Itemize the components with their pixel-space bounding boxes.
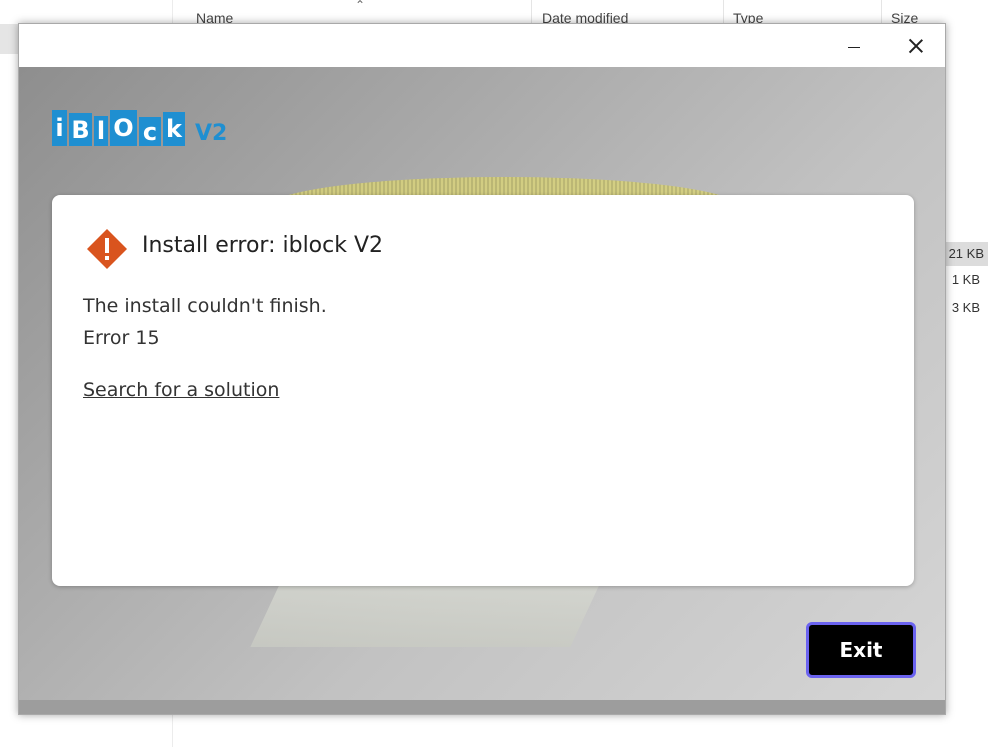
logo-letter: B <box>69 113 92 146</box>
file-size-cell[interactable]: 3 KB <box>944 300 980 315</box>
exit-button[interactable]: Exit <box>806 622 916 678</box>
bottom-band <box>19 700 945 714</box>
close-icon <box>908 38 924 54</box>
iblock-logo: i B l O c k V2 <box>52 110 227 146</box>
minimize-button[interactable] <box>831 24 877 67</box>
file-size-cell[interactable]: 1 KB <box>944 272 980 287</box>
search-solution-link[interactable]: Search for a solution <box>83 379 279 401</box>
column-separator[interactable] <box>531 0 532 24</box>
column-separator[interactable] <box>723 0 724 24</box>
close-button[interactable] <box>893 24 939 67</box>
navigation-pane-strip <box>0 24 18 54</box>
logo-letter: i <box>52 110 67 146</box>
error-message: The install couldn't finish. <box>83 295 327 317</box>
logo-letter: k <box>163 112 185 146</box>
logo-letter: c <box>139 117 161 146</box>
error-card: Install error: iblock V2 The install cou… <box>52 195 914 586</box>
file-size-cell[interactable]: 21 KB <box>944 242 988 266</box>
error-code: Error 15 <box>83 327 160 349</box>
logo-letter: O <box>110 110 137 146</box>
minimize-icon <box>848 47 860 48</box>
installer-window: i B l O c k V2 Install error: iblock V2 … <box>18 23 946 715</box>
sort-ascending-icon[interactable]: ⌃ <box>355 0 365 12</box>
logo-version: V2 <box>195 121 228 146</box>
warning-diamond-icon <box>87 229 127 269</box>
title-bar[interactable] <box>19 24 945 67</box>
error-title: Install error: iblock V2 <box>142 233 384 258</box>
logo-letter: l <box>94 116 108 146</box>
column-separator[interactable] <box>881 0 882 24</box>
installer-content: i B l O c k V2 Install error: iblock V2 … <box>19 67 945 714</box>
